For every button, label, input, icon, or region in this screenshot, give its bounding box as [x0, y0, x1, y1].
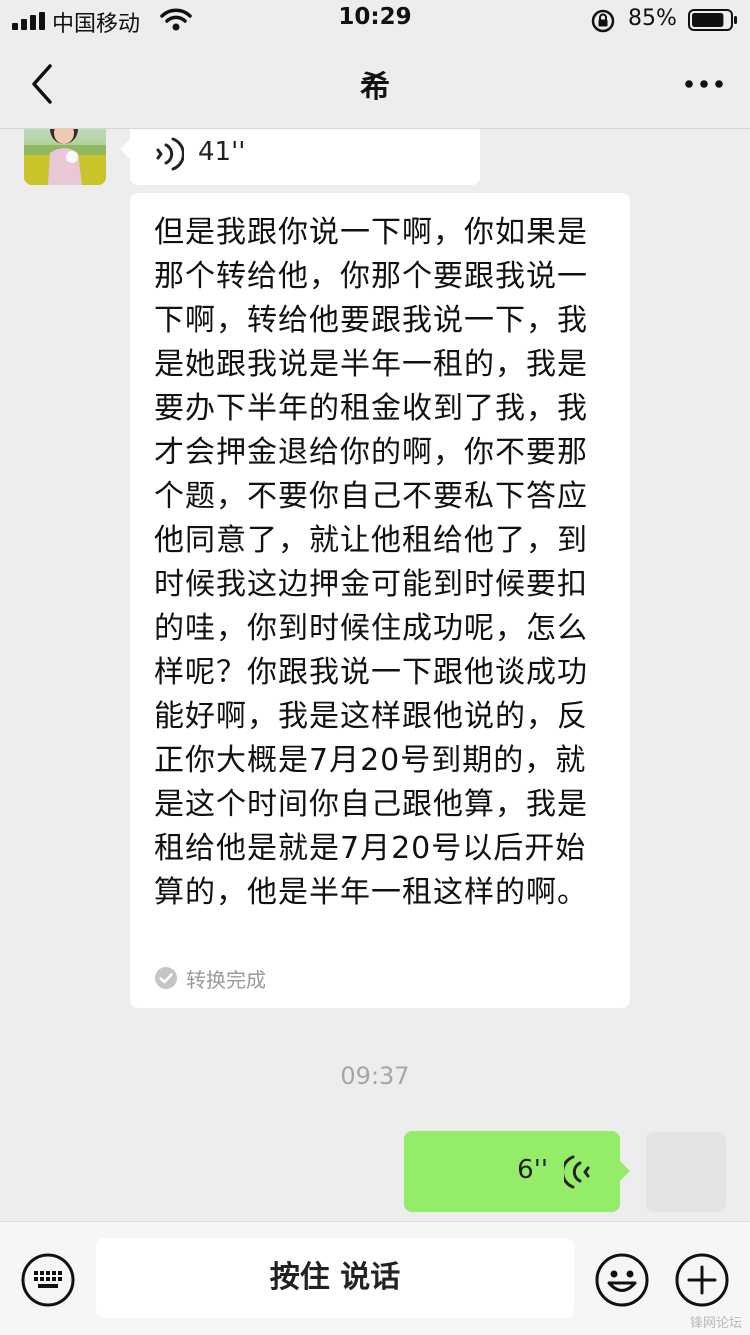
more-dots-icon[interactable]: [682, 70, 726, 98]
contact-avatar[interactable]: [24, 129, 106, 185]
chat-title: 希: [360, 70, 390, 105]
check-circle-icon: [155, 967, 177, 989]
incoming-voice-message[interactable]: 41'': [120, 129, 480, 185]
keyboard-icon[interactable]: [20, 1252, 76, 1308]
watermark: 锋网论坛: [689, 1316, 742, 1331]
hold-to-talk-button[interactable]: 按住 说话: [96, 1238, 574, 1318]
transcript-status: 转换完成: [154, 963, 266, 993]
voice-wave-icon: [156, 137, 184, 171]
input-bar: 按住 说话 锋网论坛: [0, 1221, 750, 1335]
battery-icon: [688, 9, 737, 31]
message-timestamp: 09:37: [340, 1062, 410, 1090]
voice-duration: 6'': [517, 1155, 548, 1185]
rotation-lock-icon: [591, 9, 615, 33]
battery-percentage: 85%: [628, 6, 677, 31]
transcript-text: 但是我跟你说一下啊，你如果是那个转给他，你那个要跟我说一下啊，转给他要跟我说一下…: [154, 215, 588, 910]
emoji-icon[interactable]: [594, 1252, 650, 1308]
avatar-photo: [24, 129, 106, 185]
transcript-status-label: 转换完成: [186, 967, 266, 992]
my-avatar[interactable]: [646, 1132, 726, 1212]
status-bar: 中国移动 10:29 85%: [0, 0, 750, 40]
voice-transcript[interactable]: 但是我跟你说一下啊，你如果是那个转给他，你那个要跟我说一下啊，转给他要跟我说一下…: [130, 193, 630, 1008]
voice-wave-icon: [564, 1155, 590, 1189]
voice-duration: 41'': [198, 137, 246, 167]
outgoing-voice-message[interactable]: 6'': [404, 1131, 630, 1212]
nav-bar: 希: [0, 40, 750, 129]
plus-icon[interactable]: [674, 1252, 730, 1308]
chat-area[interactable]: 41'' 但是我跟你说一下啊，你如果是那个转给他，你那个要跟我说一下啊，转给他要…: [0, 129, 750, 1221]
